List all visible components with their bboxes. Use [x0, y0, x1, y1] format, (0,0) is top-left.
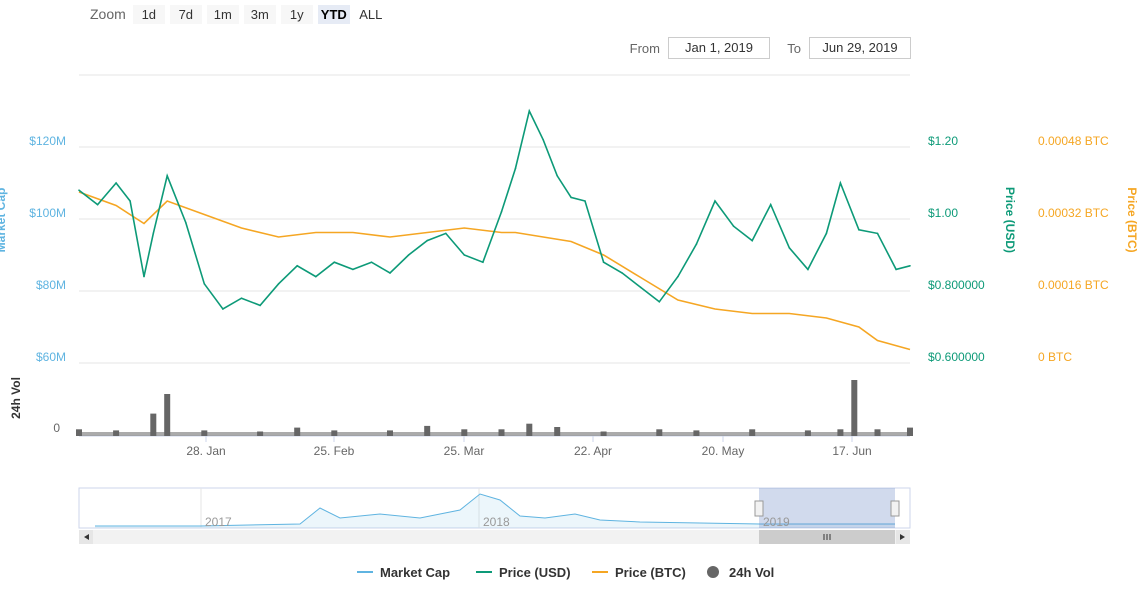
- price-usd-point: [296, 265, 299, 267]
- price-btc-axis-title: Price (BTC): [1125, 187, 1139, 252]
- price-usd-point: [315, 275, 317, 278]
- volume-bar: [164, 394, 171, 436]
- chart: Market Cap $60M $80M $100M $120M $0.6000…: [0, 74, 1139, 580]
- legend-item-price-usd[interactable]: Price (USD): [476, 565, 571, 580]
- navigator-label: 2017: [205, 515, 232, 529]
- price-usd-point: [876, 232, 879, 235]
- price-usd-point: [658, 301, 661, 303]
- price-usd-point: [96, 203, 99, 206]
- price-usd-point: [769, 203, 772, 206]
- price-usd-point: [528, 110, 531, 112]
- price-usd-point: [514, 167, 517, 170]
- price-usd-point: [621, 272, 623, 274]
- x-tick-label: 17. Jun: [832, 444, 871, 458]
- market-cap-tick: $100M: [29, 206, 66, 220]
- price-usd-point: [677, 275, 679, 278]
- price-usd-point: [115, 182, 117, 184]
- price-usd-point: [445, 232, 447, 235]
- price-usd-tick: $0.600000: [928, 350, 985, 364]
- navigator-handle-left[interactable]: [754, 500, 764, 517]
- volume-bar: [851, 380, 858, 436]
- price-usd-point: [152, 232, 155, 235]
- price-usd-point: [407, 254, 410, 256]
- legend: Market Cap Price (USD) Price (BTC) 24h V…: [357, 565, 774, 580]
- navigator: 2017 2018 2019: [78, 487, 911, 544]
- price-usd-point: [259, 304, 261, 307]
- legend-label: Price (BTC): [615, 565, 686, 580]
- price-usd-point: [858, 229, 860, 231]
- price-usd-point: [639, 286, 642, 289]
- price-usd-point: [839, 182, 842, 184]
- price-usd-point: [389, 272, 391, 274]
- price-usd-point: [570, 196, 572, 199]
- price-usd-point: [277, 283, 280, 285]
- price-usd-point: [185, 221, 187, 224]
- price-usd-point: [788, 247, 791, 249]
- price-usd-tick: $0.800000: [928, 278, 985, 292]
- price-usd-point: [426, 239, 429, 242]
- legend-label: Price (USD): [499, 565, 571, 580]
- price-usd-point: [370, 261, 373, 264]
- price-usd-line: [78, 108, 911, 311]
- volume-baseline: [79, 432, 910, 436]
- price-btc-line: [78, 191, 911, 351]
- market-cap-tick: $60M: [36, 350, 66, 364]
- price-usd-point: [895, 268, 897, 271]
- price-usd-point: [556, 175, 558, 177]
- price-usd-point: [482, 261, 484, 264]
- navigator-label: 2018: [483, 515, 510, 529]
- price-btc-tick: 0.00032 BTC: [1038, 206, 1109, 220]
- x-tick-label: 25. Mar: [444, 444, 485, 458]
- market-cap-axis-title: Market Cap: [0, 188, 8, 253]
- price-usd-point: [584, 200, 586, 202]
- legend-label: Market Cap: [380, 565, 450, 580]
- price-usd-point: [909, 265, 911, 267]
- market-cap-tick: $120M: [29, 134, 66, 148]
- price-usd-point: [166, 175, 168, 177]
- legend-item-market-cap[interactable]: Market Cap: [357, 565, 450, 580]
- price-usd-axis-title: Price (USD): [1003, 187, 1017, 253]
- price-usd-point: [732, 225, 735, 227]
- volume-axis-title: 24h Vol: [9, 377, 23, 419]
- price-usd-point: [203, 283, 206, 285]
- x-tick-label: 28. Jan: [186, 444, 225, 458]
- legend-label: 24h Vol: [729, 565, 774, 580]
- x-tick-label: 22. Apr: [574, 444, 612, 458]
- price-usd-point: [542, 139, 544, 141]
- legend-item-volume[interactable]: 24h Vol: [707, 565, 774, 580]
- price-usd-point: [714, 200, 716, 202]
- price-btc-tick: 0.00016 BTC: [1038, 278, 1109, 292]
- price-usd-point: [602, 261, 605, 264]
- price-usd-point: [463, 254, 466, 256]
- grid: [79, 74, 910, 437]
- price-btc-tick: 0.00048 BTC: [1038, 134, 1109, 148]
- navigator-label: 2019: [763, 515, 790, 529]
- price-usd-point: [129, 200, 131, 202]
- price-usd-point: [352, 268, 354, 271]
- price-usd-tick: $1.00: [928, 206, 958, 220]
- price-usd-point: [78, 189, 80, 191]
- price-usd-point: [825, 232, 828, 235]
- price-usd-point: [333, 261, 336, 264]
- market-cap-tick: $80M: [36, 278, 66, 292]
- price-usd-point: [222, 308, 224, 310]
- price-usd-point: [143, 275, 145, 278]
- price-usd-tick: $1.20: [928, 134, 958, 148]
- price-btc-tick: 0 BTC: [1038, 350, 1072, 364]
- x-tick-label: 25. Feb: [314, 444, 355, 458]
- price-usd-point: [695, 243, 698, 245]
- legend-swatch: [707, 566, 719, 578]
- price-usd-point: [751, 239, 753, 242]
- x-tick-label: 20. May: [702, 444, 745, 458]
- series-layer: [76, 108, 913, 436]
- volume-tick: 0: [53, 421, 60, 435]
- navigator-handle-right[interactable]: [890, 500, 900, 517]
- price-usd-point: [500, 211, 503, 213]
- price-usd-point: [807, 268, 809, 271]
- price-usd-point: [240, 297, 243, 300]
- legend-item-price-btc[interactable]: Price (BTC): [592, 565, 686, 580]
